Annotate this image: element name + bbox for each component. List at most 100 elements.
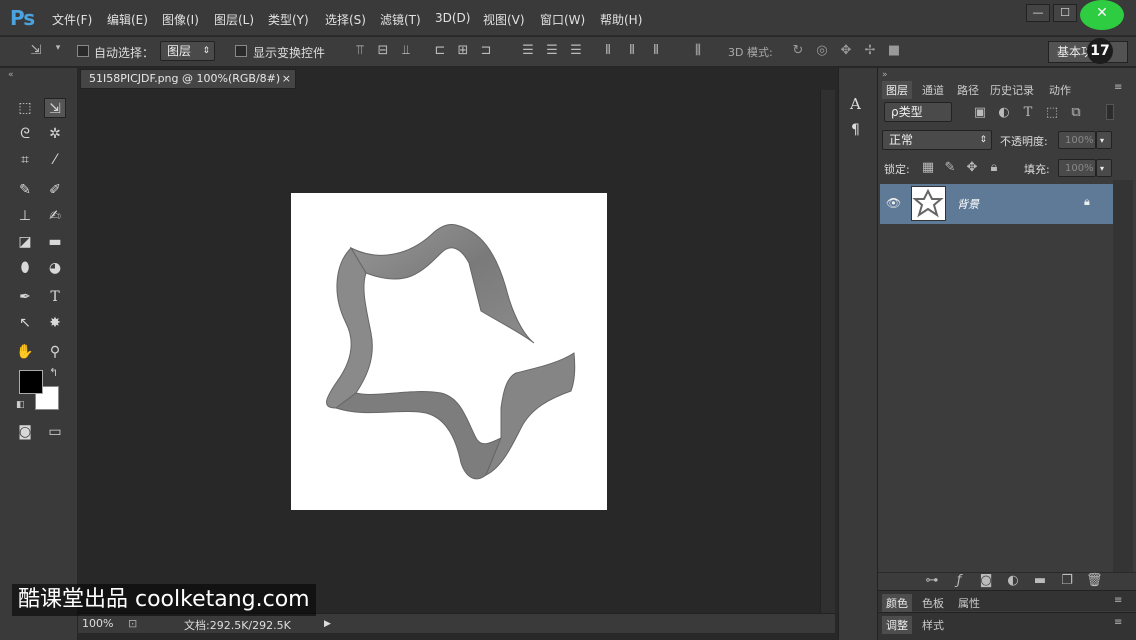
- eye-visibility-icon[interactable]: 👁︎: [886, 196, 901, 210]
- menu-edit[interactable]: 编辑(E): [107, 11, 148, 28]
- menu-layer[interactable]: 图层(L): [214, 11, 254, 28]
- adjustment-layer-icon[interactable]: ◐: [1005, 573, 1021, 588]
- menu-filter[interactable]: 滤镜(T): [380, 11, 421, 28]
- dodge-tool-icon[interactable]: ◕: [44, 258, 66, 278]
- menu-3d[interactable]: 3D(D): [435, 11, 470, 25]
- align-vcenter-icon[interactable]: ⊟: [375, 43, 391, 58]
- distribute-bottom-icon[interactable]: ☰: [568, 43, 584, 58]
- tab-layers[interactable]: 图层: [882, 81, 912, 99]
- menu-image[interactable]: 图像(I): [162, 11, 199, 28]
- custom-shape-icon[interactable]: ✸: [44, 313, 66, 333]
- align-bottom-icon[interactable]: ⫫: [398, 43, 414, 58]
- menu-select[interactable]: 选择(S): [325, 11, 366, 28]
- menu-file[interactable]: 文件(F): [52, 11, 92, 28]
- brush-tool-icon[interactable]: ✐: [44, 180, 66, 200]
- align-hcenter-icon[interactable]: ⊞: [455, 43, 471, 58]
- move-tool-icon[interactable]: ⇲: [44, 98, 66, 118]
- pen-tool-icon[interactable]: ✒: [14, 287, 36, 307]
- quick-mask-icon[interactable]: ◙: [14, 422, 36, 442]
- link-layers-icon[interactable]: ⊶: [924, 573, 940, 588]
- layer-filter-dropdown[interactable]: ρ类型: [884, 102, 952, 122]
- panel-menu-icon[interactable]: ≡: [1114, 82, 1122, 93]
- paragraph-panel-icon[interactable]: ¶: [851, 122, 860, 138]
- fill-dropdown-icon[interactable]: ▾: [1096, 159, 1112, 177]
- eyedropper-icon[interactable]: ⁄: [44, 150, 66, 170]
- status-share-icon[interactable]: ⊡: [128, 617, 137, 630]
- distribute-left-icon[interactable]: ⦀: [600, 43, 616, 58]
- distribute-hcenter-icon[interactable]: ⦀: [624, 43, 640, 58]
- gradient-tool-icon[interactable]: ▬: [44, 232, 66, 252]
- close-button[interactable]: ✕: [1080, 0, 1124, 30]
- move-tool-icon[interactable]: ⇲: [28, 43, 44, 58]
- menu-view[interactable]: 视图(V): [483, 11, 525, 28]
- collapse-dock-icon[interactable]: »: [882, 70, 888, 80]
- menu-type[interactable]: 类型(Y): [268, 11, 309, 28]
- filter-pixel-icon[interactable]: ▣: [972, 105, 988, 120]
- blur-tool-icon[interactable]: ⬮: [14, 258, 36, 278]
- tab-color[interactable]: 颜色: [882, 594, 912, 612]
- filter-type-icon[interactable]: T: [1020, 105, 1036, 120]
- status-menu-arrow[interactable]: ▶: [324, 619, 331, 629]
- filter-shape-icon[interactable]: ⬚: [1044, 105, 1060, 120]
- maximize-button[interactable]: ☐: [1053, 4, 1077, 22]
- distribute-top-icon[interactable]: ☰: [520, 43, 536, 58]
- tab-channels[interactable]: 通道: [918, 81, 948, 99]
- magic-wand-icon[interactable]: ✲: [44, 124, 66, 144]
- auto-align-icon[interactable]: ⫼: [690, 43, 706, 58]
- add-mask-icon[interactable]: ◙: [978, 573, 994, 588]
- foreground-color-swatch[interactable]: [19, 370, 43, 394]
- lasso-tool-icon[interactable]: ᘓ: [14, 124, 36, 144]
- swap-colors-icon[interactable]: ↰: [49, 366, 58, 379]
- zoom-level[interactable]: 100%: [82, 617, 113, 630]
- 3d-drag-icon[interactable]: ✥: [838, 43, 854, 58]
- close-tab-icon[interactable]: ×: [282, 70, 291, 88]
- tab-styles[interactable]: 样式: [918, 616, 948, 634]
- auto-select-checkbox[interactable]: [77, 45, 89, 57]
- lock-all-icon[interactable]: 🔒︎: [986, 160, 1002, 175]
- path-select-icon[interactable]: ↖: [14, 313, 36, 333]
- screen-mode-icon[interactable]: ▭: [44, 422, 66, 442]
- lock-pixels-icon[interactable]: ✎: [942, 160, 958, 175]
- crop-tool-icon[interactable]: ⌗: [14, 150, 36, 170]
- delete-layer-icon[interactable]: 🗑︎: [1086, 573, 1103, 588]
- new-group-icon[interactable]: ▬: [1032, 573, 1048, 588]
- lock-position-icon[interactable]: ✥: [964, 160, 980, 175]
- show-transform-checkbox[interactable]: [235, 45, 247, 57]
- tab-adjustments[interactable]: 调整: [882, 616, 912, 634]
- filter-adjust-icon[interactable]: ◐: [996, 105, 1012, 120]
- 3d-roll-icon[interactable]: ◎: [814, 43, 830, 58]
- hand-tool-icon[interactable]: ✋: [14, 342, 36, 362]
- clone-stamp-icon[interactable]: ⊥: [14, 206, 36, 226]
- menu-help[interactable]: 帮助(H): [600, 11, 642, 28]
- tab-paths[interactable]: 路径: [953, 81, 983, 99]
- image-canvas[interactable]: [291, 193, 607, 510]
- distribute-vcenter-icon[interactable]: ☰: [544, 43, 560, 58]
- opacity-input[interactable]: 100%: [1058, 131, 1096, 149]
- align-top-icon[interactable]: ⫪: [352, 43, 368, 58]
- tool-preset-dropdown-icon[interactable]: ▾: [50, 43, 66, 53]
- character-panel-icon[interactable]: A: [850, 95, 861, 113]
- 3d-scale-icon[interactable]: ■: [886, 43, 902, 58]
- tab-properties[interactable]: 属性: [954, 594, 984, 612]
- vertical-scrollbar[interactable]: [820, 90, 835, 613]
- default-colors-icon[interactable]: ◧: [16, 400, 25, 410]
- distribute-right-icon[interactable]: ⦀: [648, 43, 664, 58]
- adjust-panel-menu-icon[interactable]: ≡: [1114, 617, 1122, 628]
- layer-name[interactable]: 背景: [957, 196, 979, 212]
- opacity-dropdown-icon[interactable]: ▾: [1096, 131, 1112, 149]
- layer-row-background[interactable]: 👁︎ 背景 🔒︎: [880, 184, 1113, 224]
- menu-window[interactable]: 窗口(W): [540, 11, 585, 28]
- tab-swatches[interactable]: 色板: [918, 594, 948, 612]
- lock-transparent-icon[interactable]: ▦: [920, 160, 936, 175]
- filter-toggle[interactable]: [1106, 104, 1114, 120]
- layers-scrollbar[interactable]: [1113, 180, 1133, 572]
- blend-mode-dropdown[interactable]: 正常 ⇕: [882, 130, 992, 150]
- filter-smart-icon[interactable]: ⧉: [1068, 105, 1084, 120]
- type-tool-icon[interactable]: T: [44, 287, 66, 307]
- healing-brush-icon[interactable]: ✎: [14, 180, 36, 200]
- marquee-tool-icon[interactable]: ⬚: [14, 98, 36, 118]
- 3d-slide-icon[interactable]: ✢: [862, 43, 878, 58]
- document-tab[interactable]: 51I58PICJDF.png @ 100%(RGB/8#) ×: [80, 69, 296, 89]
- new-layer-icon[interactable]: ❐: [1059, 573, 1075, 588]
- tab-actions[interactable]: 动作: [1045, 81, 1075, 99]
